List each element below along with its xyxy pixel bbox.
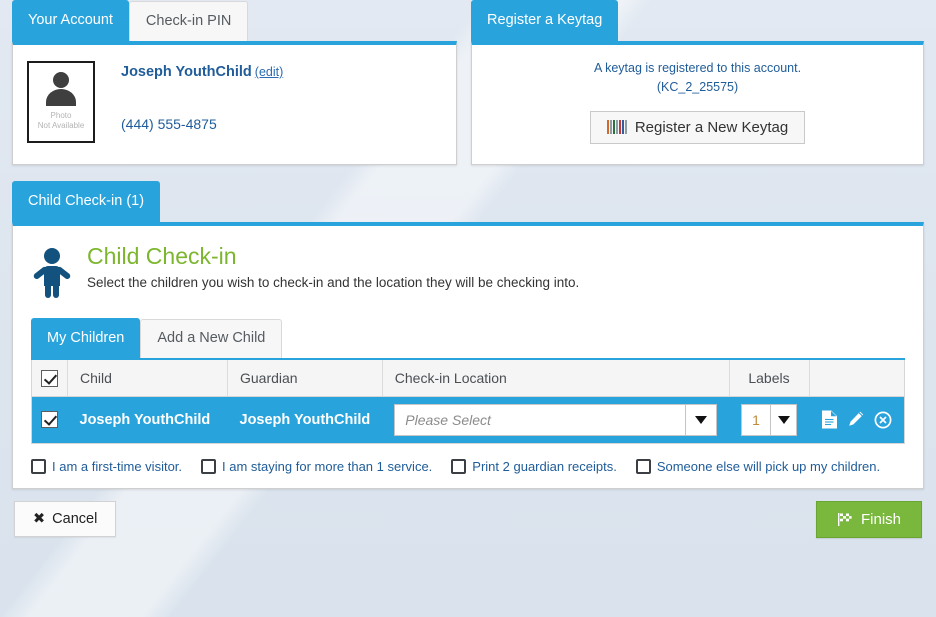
row-actions-cell [809,396,905,444]
keytag-note-line1: A keytag is registered to this account. [593,61,802,75]
account-panel-body: Photo Not Available Joseph YouthChild (ed… [12,41,458,165]
account-panel: Your Account Check-in PIN Photo Not Avai… [12,0,458,165]
register-new-keytag-button[interactable]: Register a New Keytag [589,110,806,144]
row-select-cell [31,396,68,444]
print-two-receipts-label: Print 2 guardian receipts. [472,458,617,474]
labels-stepper[interactable]: 1 [741,403,797,436]
checkin-location-select[interactable]: Please Select [394,403,717,436]
page-title: Child Check-in [87,243,237,269]
tab-child-checkin[interactable]: Child Check-in (1) [12,181,161,222]
option-more-than-one-service[interactable]: I am staying for more than 1 service. [201,458,433,474]
edit-pencil-icon[interactable] [847,410,865,429]
keytag-note-line2: (KC_2_25575) [656,79,739,94]
edit-account-link[interactable]: (edit) [255,65,283,79]
account-photo: Photo Not Available [27,61,95,143]
account-phone: (444) 555-4875 [121,116,217,132]
row-select-checkbox[interactable] [41,411,59,429]
row-child-name: Joseph YouthChild [67,396,228,444]
remove-circle-icon[interactable] [874,411,892,429]
select-all-header [31,359,68,397]
print-two-receipts-checkbox[interactable] [451,458,467,474]
children-table: Child Guardian Check-in Location Labels … [31,358,905,444]
cancel-button-label: Cancel [52,511,98,528]
checkin-tabstrip: Child Check-in (1) [12,181,924,222]
tab-register-keytag[interactable]: Register a Keytag [471,0,619,41]
top-panels-row: Your Account Check-in PIN Photo Not Avai… [0,0,936,165]
keytag-panel: Register a Keytag A keytag is registered… [471,0,924,165]
row-guardian-name: Joseph YouthChild [227,396,383,444]
checkin-options: I am a first-time visitor. I am staying … [31,458,905,474]
photo-caption-line2: Not Available [37,121,85,130]
checkin-section: Child Check-in (1) Child Check-in Select… [0,165,936,489]
footer-actions: ✖ Cancel Finish [0,489,936,538]
tab-checkin-pin[interactable]: Check-in PIN [128,1,249,41]
register-new-keytag-label: Register a New Keytag [634,118,789,136]
checkin-panel-body: Child Check-in Select the children you w… [12,222,924,489]
header-actions [809,359,905,397]
keytag-panel-body: A keytag is registered to this account. … [471,41,924,165]
account-tabstrip: Your Account Check-in PIN [12,0,457,41]
page-subtitle: Select the children you wish to check-in… [87,275,580,291]
someone-else-pickup-checkbox[interactable] [635,458,651,474]
more-than-one-service-checkbox[interactable] [201,458,217,474]
table-header-row: Child Guardian Check-in Location Labels [31,359,905,397]
header-child: Child [67,359,228,397]
option-someone-else-pickup[interactable]: Someone else will pick up my children. [635,458,881,474]
option-print-two-receipts[interactable]: Print 2 guardian receipts. [451,458,617,474]
photo-caption: Photo Not Available [38,111,85,131]
barcode-icon [606,120,627,134]
checkered-flag-icon [837,512,852,526]
row-labels-cell: 1 [729,396,809,444]
header-checkin-location: Check-in Location [382,359,730,397]
tab-add-new-child[interactable]: Add a New Child [140,319,283,358]
header-labels: Labels [729,359,810,397]
photo-caption-line1: Photo [50,111,72,120]
children-tabstrip: My Children Add a New Child [31,318,905,358]
option-first-time-visitor[interactable]: I am a first-time visitor. [31,458,183,474]
child-icon [31,246,73,298]
select-all-checkbox[interactable] [41,369,58,387]
checkin-location-value: Please Select [405,411,491,428]
finish-button-label: Finish [860,510,901,528]
first-time-visitor-label: I am a first-time visitor. [52,458,183,474]
person-silhouette-icon [44,72,78,108]
labels-count-input[interactable]: 1 [742,405,770,435]
tab-my-children[interactable]: My Children [31,318,141,358]
document-icon[interactable] [821,410,838,429]
first-time-visitor-checkbox[interactable] [31,458,46,474]
tab-your-account[interactable]: Your Account [12,0,129,41]
table-row: Joseph YouthChild Joseph YouthChild Plea… [31,396,905,444]
labels-chevron-down-icon[interactable] [770,404,796,435]
more-than-one-service-label: I am staying for more than 1 service. [222,458,433,474]
header-guardian: Guardian [227,359,383,397]
account-name: Joseph YouthChild [121,64,252,80]
row-location-cell: Please Select [382,396,729,444]
x-icon: ✖ [33,511,46,528]
account-info: Joseph YouthChild (edit) (444) 555-4875 [121,61,283,148]
checkin-header: Child Check-in Select the children you w… [31,243,905,298]
keytag-tabstrip: Register a Keytag [471,0,924,41]
cancel-button[interactable]: ✖ Cancel [14,501,117,538]
finish-button[interactable]: Finish [815,500,922,538]
account-name-row: Joseph YouthChild (edit) [121,64,283,80]
checkin-location-chevron-down-icon[interactable] [685,404,716,435]
someone-else-pickup-label: Someone else will pick up my children. [656,458,881,474]
